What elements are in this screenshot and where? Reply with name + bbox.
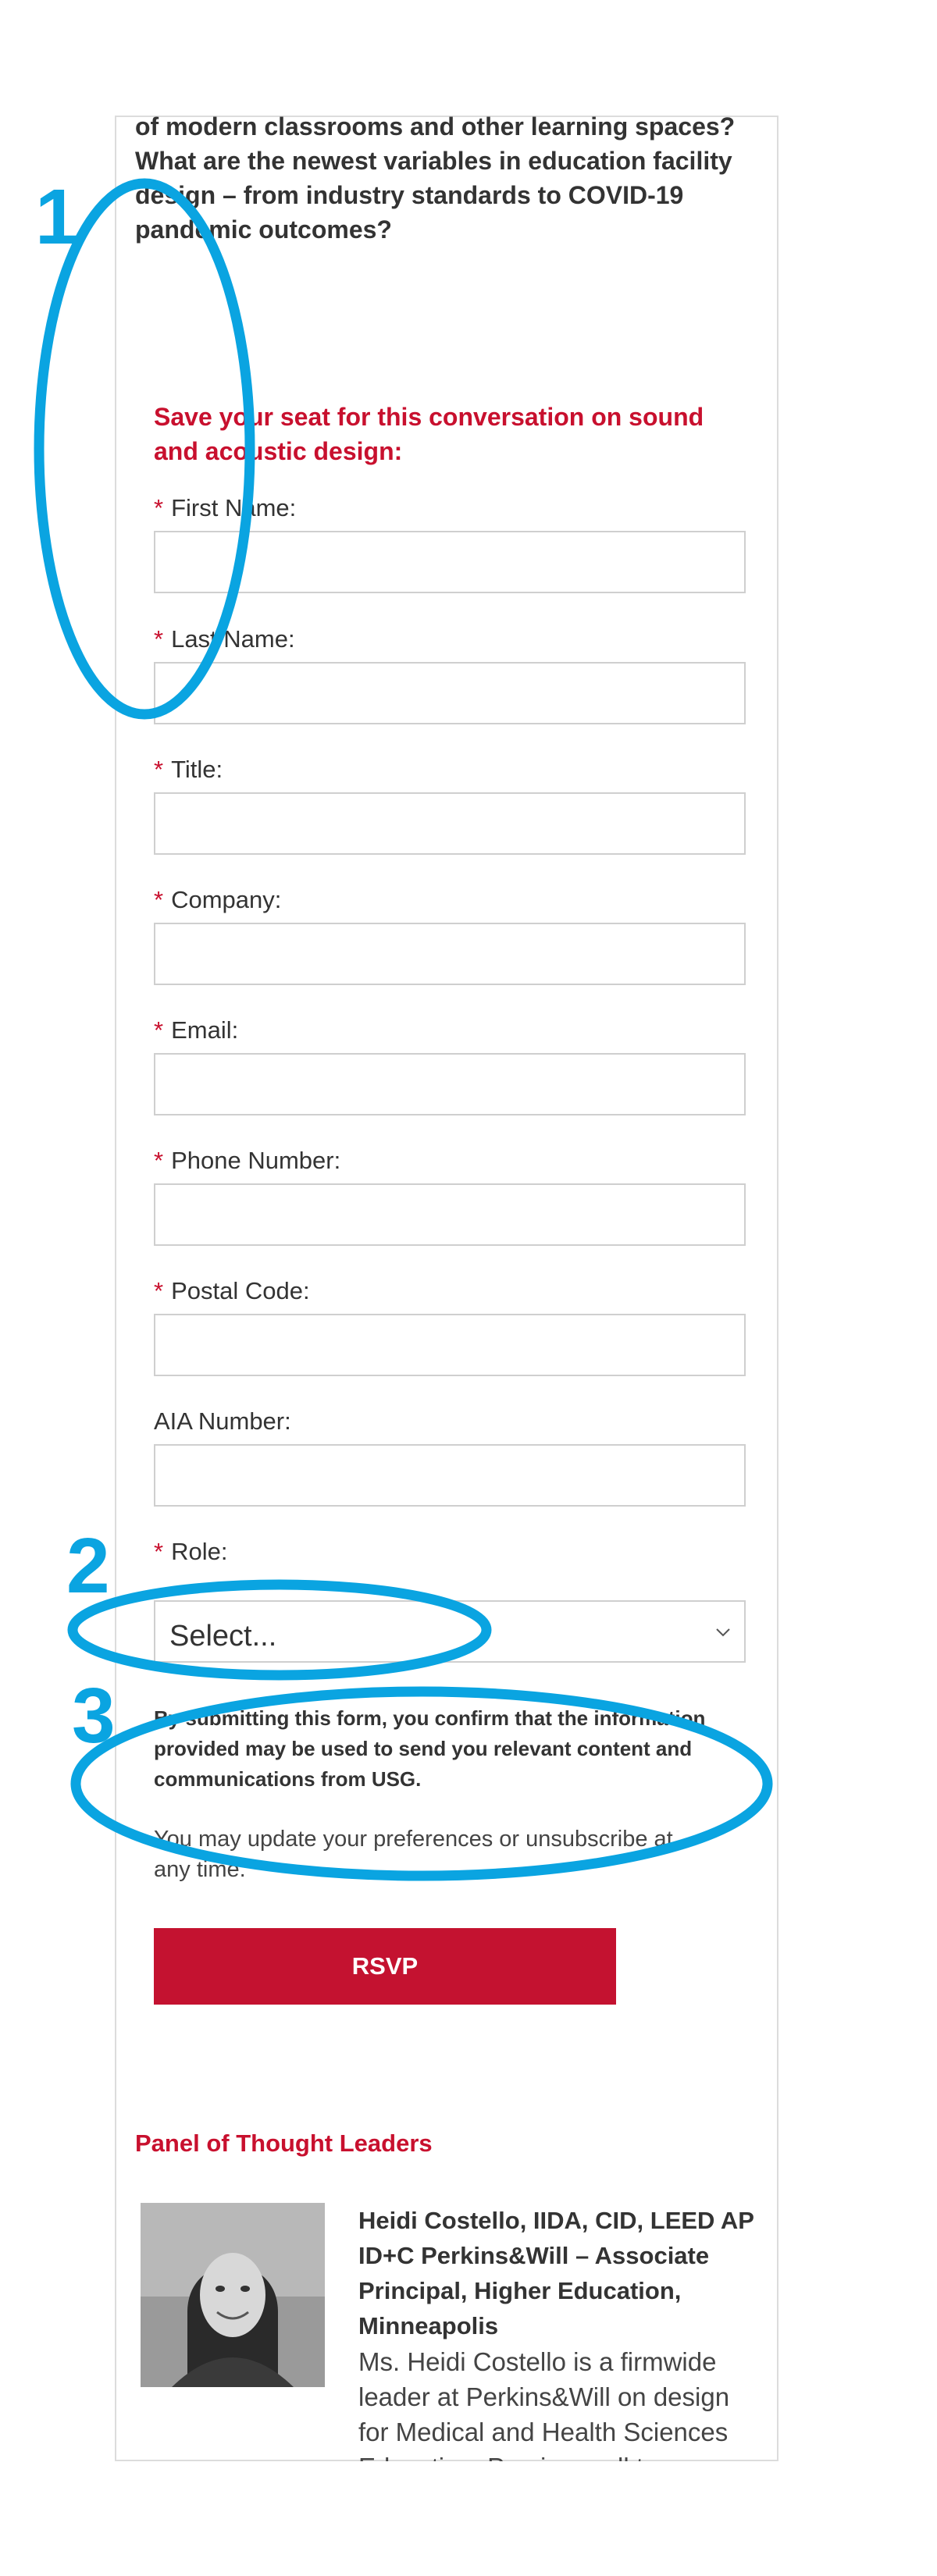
last-name-input[interactable]	[154, 662, 746, 724]
role-select[interactable]: Select...	[154, 1600, 746, 1663]
email-label-text: Email:	[171, 1016, 239, 1044]
required-mark: *	[154, 1538, 164, 1565]
postal-code-label: * Postal Code:	[154, 1277, 310, 1305]
role-label: * Role:	[154, 1538, 227, 1566]
title-input[interactable]	[154, 792, 746, 855]
email-label: * Email:	[154, 1016, 238, 1044]
consent-text: By submitting this form, you confirm tha…	[154, 1706, 706, 1791]
page-bottom-mask	[0, 2461, 937, 2576]
required-mark: *	[154, 1277, 164, 1304]
required-mark: *	[154, 625, 164, 653]
company-input[interactable]	[154, 923, 746, 985]
speaker-name: Heidi Costello, IIDA, CID, LEED AP ID+C …	[358, 2207, 754, 2339]
unsubscribe-text: You may update your preferences or unsub…	[154, 1827, 673, 1882]
aia-number-label: AIA Number:	[154, 1407, 291, 1435]
title-label-text: Title:	[171, 756, 223, 783]
last-name-label-text: Last Name:	[171, 625, 295, 653]
rsvp-button[interactable]: RSVP	[154, 1928, 616, 2005]
speaker-photo	[141, 2203, 325, 2387]
phone-label-text: Phone Number:	[171, 1147, 341, 1174]
annotation-number-1: 1	[35, 173, 79, 261]
annotation-number-3: 3	[72, 1672, 116, 1759]
speaker-portrait	[141, 2203, 325, 2387]
annotation-number-2: 2	[66, 1522, 110, 1610]
first-name-label: * First Name:	[154, 494, 296, 522]
aia-number-input[interactable]	[154, 1444, 746, 1507]
postal-code-label-text: Postal Code:	[171, 1277, 310, 1304]
title-label: * Title:	[154, 756, 223, 784]
last-name-label: * Last Name:	[154, 625, 295, 653]
required-mark: *	[154, 886, 164, 913]
role-select-value: Select...	[169, 1620, 277, 1653]
panel-title: Panel of Thought Leaders	[135, 2129, 433, 2157]
required-mark: *	[154, 756, 164, 783]
intro-text: of modern classrooms and other learning …	[135, 112, 736, 244]
chevron-down-icon	[716, 1628, 730, 1637]
required-mark: *	[154, 1016, 164, 1044]
form-heading: Save your seat for this conversation on …	[154, 403, 704, 465]
first-name-input[interactable]	[154, 531, 746, 593]
postal-code-input[interactable]	[154, 1314, 746, 1376]
first-name-label-text: First Name:	[171, 494, 297, 521]
phone-label: * Phone Number:	[154, 1147, 340, 1175]
required-mark: *	[154, 494, 164, 521]
role-label-text: Role:	[171, 1538, 228, 1565]
phone-input[interactable]	[154, 1183, 746, 1246]
company-label: * Company:	[154, 886, 281, 914]
email-input[interactable]	[154, 1053, 746, 1115]
company-label-text: Company:	[171, 886, 282, 913]
required-mark: *	[154, 1147, 164, 1174]
